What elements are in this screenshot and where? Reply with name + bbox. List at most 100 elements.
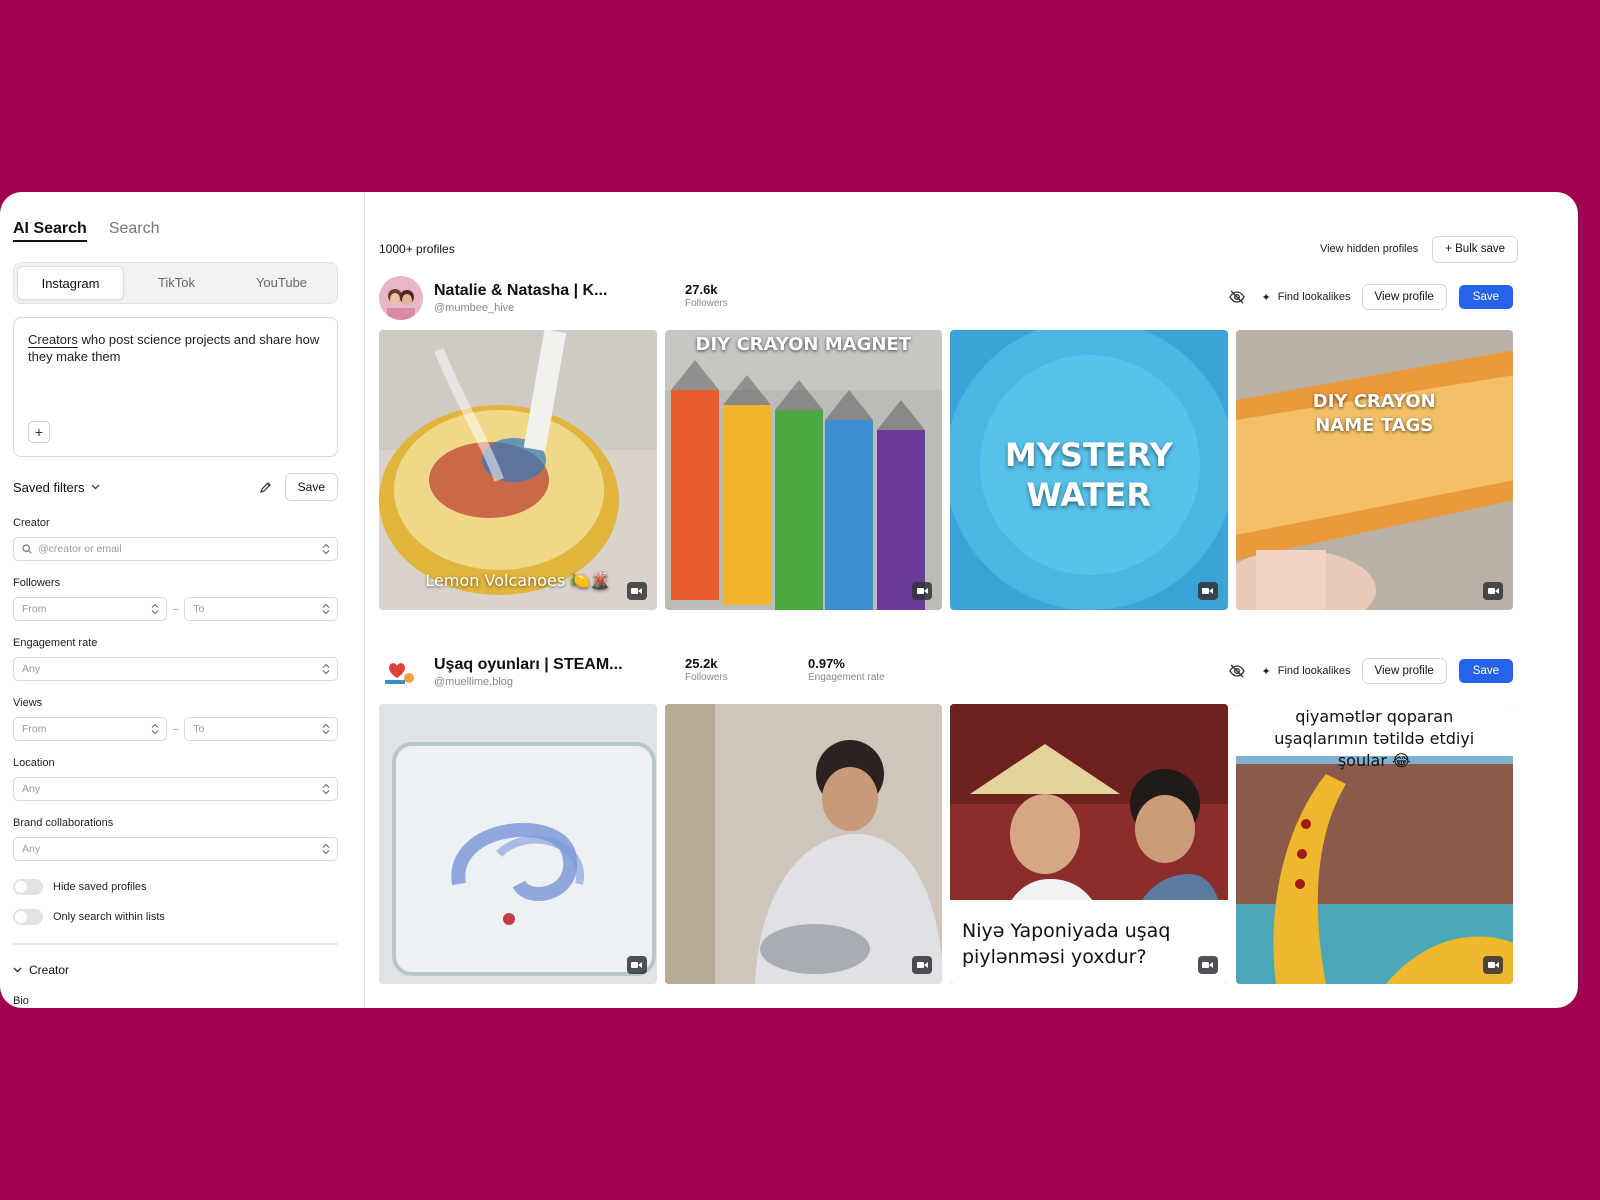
post-caption: MYSTERY WATER	[1004, 436, 1173, 514]
updown-icon	[322, 843, 330, 855]
eye-off-icon[interactable]	[1228, 662, 1246, 680]
platform-tiktok[interactable]: TikTok	[124, 266, 229, 300]
followers-label: Followers	[13, 577, 61, 589]
post-thumbnail[interactable]: MYSTERY WATER	[950, 330, 1228, 610]
post-thumbnail[interactable]: Niyə Yaponiyada uşaq piylənməsi yoxdur?	[950, 704, 1228, 984]
platform-instagram[interactable]: Instagram	[17, 266, 124, 300]
updown-icon	[322, 603, 330, 615]
only-lists-toggle[interactable]	[13, 909, 43, 925]
save-profile-button[interactable]: Save	[1458, 285, 1513, 309]
post-caption: DIY CRAYON NAME TAGS	[1312, 391, 1436, 436]
post-thumbnails: Lemon Volcanoes 🍋🌋 DIY CRAYON MAGNET MYS…	[379, 330, 1513, 610]
views-label: Views	[13, 697, 43, 709]
only-lists-row: Only search within lists	[13, 909, 338, 925]
profile-identity: Uşaq oyunları | STEAM... @muellime.blog	[434, 656, 679, 688]
followers-value: 25.2k	[685, 656, 718, 671]
brand-select[interactable]: Any	[13, 837, 338, 861]
profile-card: Uşaq oyunları | STEAM... @muellime.blog …	[379, 648, 1513, 984]
avatar[interactable]	[379, 650, 423, 694]
video-icon	[912, 956, 932, 974]
tab-search[interactable]: Search	[109, 220, 160, 242]
video-icon	[626, 582, 647, 600]
platform-switcher: Instagram TikTok YouTube	[13, 262, 338, 304]
range-dash: –	[172, 603, 179, 615]
view-profile-button[interactable]: View profile	[1361, 658, 1447, 684]
view-profile-button[interactable]: View profile	[1361, 284, 1447, 310]
sparkle-icon: ✦	[1261, 665, 1271, 678]
engagement-select[interactable]: Any	[13, 657, 338, 681]
creator-section-toggle[interactable]: Creator	[13, 963, 338, 977]
followers-stat: 27.6k Followers	[685, 282, 728, 309]
engagement-label: Engagement rate	[13, 637, 98, 649]
prompt-text: Creators who post science projects and s…	[28, 331, 323, 365]
prompt-keyword: Creators	[28, 332, 78, 347]
bulk-save-button[interactable]: + Bulk save	[1432, 235, 1518, 263]
creator-placeholder: @creator or email	[38, 543, 122, 555]
profile-name[interactable]: Uşaq oyunları | STEAM...	[434, 656, 679, 674]
mode-tabs: AI Search Search	[13, 220, 338, 242]
find-lookalikes-button[interactable]: ✦ Find lookalikes	[1262, 291, 1351, 304]
saved-filters-row: Saved filters Save	[13, 473, 338, 501]
followers-to-input[interactable]: To	[184, 597, 338, 621]
post-thumbnail[interactable]: DIY CRAYON NAME TAGS	[1235, 330, 1513, 610]
bio-label: Bio	[13, 995, 29, 1007]
views-to-placeholder: To	[193, 723, 205, 735]
profile-actions: ✦ Find lookalikes View profile Save	[1228, 284, 1513, 310]
platform-youtube[interactable]: YouTube	[229, 266, 334, 300]
divider	[13, 943, 338, 945]
engagement-value: 0.97%	[808, 656, 845, 671]
chevron-down-icon	[91, 484, 100, 490]
location-placeholder: Any	[22, 783, 41, 795]
post-caption: qiyamətlər qoparan uşaqlarımın tətildə e…	[1274, 707, 1475, 770]
creator-input[interactable]: @creator or email	[13, 537, 338, 561]
save-filters-button[interactable]: Save	[284, 473, 338, 501]
post-caption: Niyə Yaponiyada uşaq piylənməsi yoxdur?	[962, 920, 1171, 968]
followers-caption: Followers	[685, 672, 728, 683]
ai-prompt-input[interactable]: Creators who post science projects and s…	[13, 317, 338, 457]
updown-icon	[151, 603, 159, 615]
chevron-down-icon	[13, 967, 22, 973]
updown-icon	[322, 543, 330, 555]
profile-name[interactable]: Natalie & Natasha | K...	[434, 282, 679, 300]
post-thumbnail[interactable]	[664, 704, 942, 984]
view-hidden-button[interactable]: View hidden profiles	[1320, 243, 1418, 255]
views-from-input[interactable]: From	[13, 717, 167, 741]
profile-identity: Natalie & Natasha | K... @mumbee_hive	[434, 282, 679, 314]
avatar[interactable]	[379, 276, 423, 320]
eye-off-icon[interactable]	[1228, 288, 1246, 306]
brand-placeholder: Any	[22, 843, 41, 855]
video-icon	[1197, 956, 1218, 974]
creator-section-label: Creator	[29, 963, 70, 977]
hide-saved-label: Hide saved profiles	[53, 881, 147, 893]
followers-value: 27.6k	[685, 282, 718, 297]
updown-icon	[151, 723, 159, 735]
save-profile-button[interactable]: Save	[1458, 659, 1513, 683]
post-thumbnail[interactable]: Lemon Volcanoes 🍋🌋	[379, 330, 657, 610]
location-select[interactable]: Any	[13, 777, 338, 801]
views-to-input[interactable]: To	[184, 717, 338, 741]
followers-from-input[interactable]: From	[13, 597, 167, 621]
results-topbar: 1000+ profiles View hidden profiles + Bu…	[379, 235, 1518, 263]
post-thumbnail[interactable]: qiyamətlər qoparan uşaqlarımın tətildə e…	[1235, 704, 1513, 984]
updown-icon	[322, 723, 330, 735]
followers-from-placeholder: From	[22, 603, 47, 615]
pencil-icon[interactable]	[259, 480, 273, 494]
saved-filters-dropdown[interactable]: Saved filters	[13, 480, 100, 495]
app-window: AI Search Search Instagram TikTok YouTub…	[0, 192, 1578, 1008]
tab-ai-search[interactable]: AI Search	[13, 220, 87, 242]
post-thumbnails: Niyə Yaponiyada uşaq piylənməsi yoxdur? …	[379, 704, 1513, 984]
profile-header: Uşaq oyunları | STEAM... @muellime.blog …	[379, 648, 1513, 696]
post-thumbnail[interactable]: DIY CRAYON MAGNET	[664, 330, 942, 610]
filter-sidebar: AI Search Search Instagram TikTok YouTub…	[0, 192, 365, 1008]
add-prompt-button[interactable]: +	[28, 421, 50, 443]
profile-handle: @muellime.blog	[434, 676, 514, 688]
find-lookalikes-button[interactable]: ✦ Find lookalikes	[1262, 665, 1351, 678]
hide-saved-row: Hide saved profiles	[13, 879, 338, 895]
video-icon	[626, 956, 647, 974]
hide-saved-toggle[interactable]	[13, 879, 43, 895]
find-lookalikes-label: Find lookalikes	[1277, 291, 1351, 303]
post-thumbnail[interactable]	[379, 704, 657, 984]
updown-icon	[322, 663, 330, 675]
followers-to-placeholder: To	[193, 603, 205, 615]
only-lists-label: Only search within lists	[53, 911, 165, 923]
